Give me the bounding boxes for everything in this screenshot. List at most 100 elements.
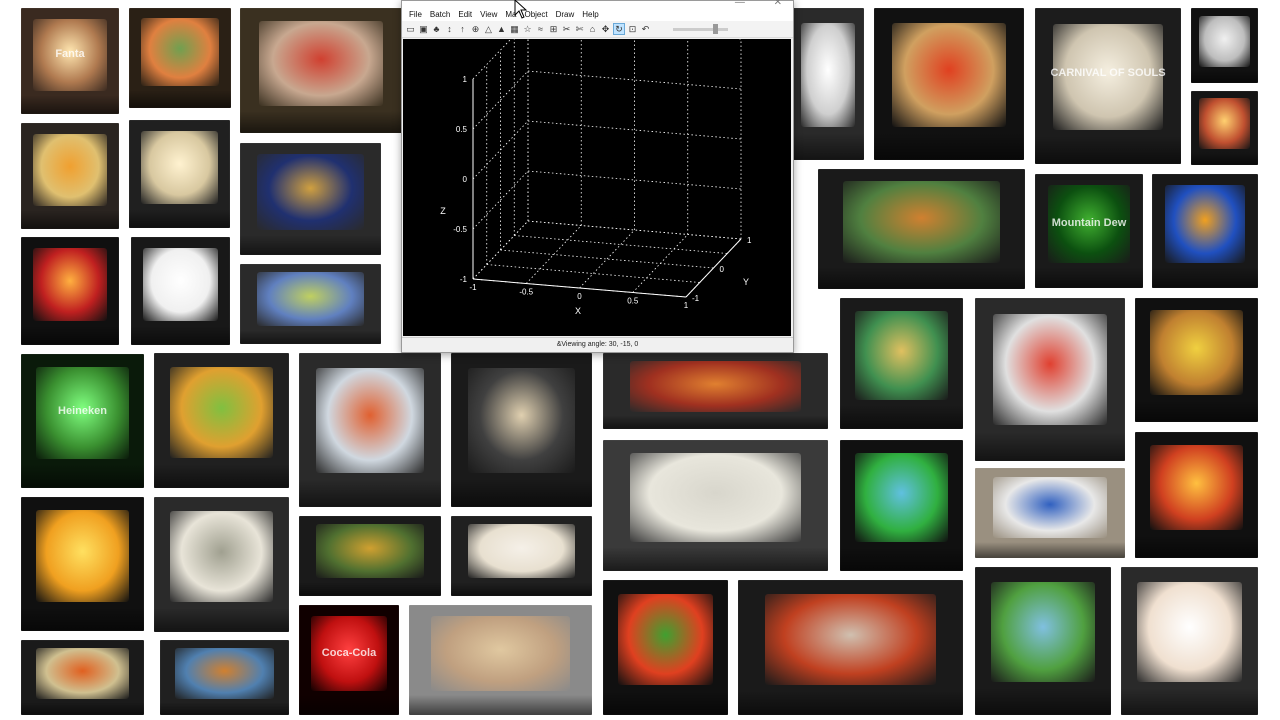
cone-shade-lamp: [1121, 567, 1258, 715]
floor-grid-line: [500, 249, 714, 269]
kingfishers-panel: [818, 169, 1025, 289]
mona-lisa-heart: [409, 605, 592, 715]
lamp-glow: [256, 154, 365, 231]
cut-icon[interactable]: ✂: [561, 24, 572, 35]
rainbow-panel: [160, 640, 289, 715]
image-icon[interactable]: ▦: [509, 24, 520, 35]
triangular-lamp: [840, 298, 963, 429]
menu-draw[interactable]: Draw: [553, 4, 580, 19]
zoom-slider[interactable]: [673, 23, 728, 34]
minimize-button[interactable]: —: [732, 0, 750, 8]
figurines: [451, 516, 592, 596]
shape-icon[interactable]: ⌂: [587, 24, 598, 35]
star-icon[interactable]: ☆: [522, 24, 533, 35]
tile-shade: [129, 208, 230, 228]
menu-batch[interactable]: Batch: [427, 4, 455, 19]
lamp-glow: [256, 272, 365, 327]
move-icon[interactable]: ✥: [600, 24, 611, 35]
y-tick-label: 1: [747, 236, 752, 245]
plot-canvas[interactable]: 1 0.5 0 -0.5 -1 -1 -0.5 0 0.5 1 1 0 -1 Z X Y: [403, 20, 791, 336]
lamp-glow: [618, 593, 713, 686]
tile-shade: [154, 463, 289, 488]
scissors-icon[interactable]: ✄: [574, 24, 585, 35]
planets-panel: [1152, 174, 1258, 288]
lamp-glow: [991, 581, 1095, 683]
lamp-glow: [32, 247, 108, 322]
fanta-can-lamp: Fanta: [21, 8, 119, 114]
tile-label: Coca-Cola: [321, 646, 377, 659]
yoshi-frame: [299, 353, 441, 507]
tile-shade: [738, 690, 963, 715]
pin-icon[interactable]: ↑: [457, 24, 468, 35]
carnival-of-souls-lamp: CARNIVAL OF SOULS: [1035, 8, 1181, 164]
y-tick-label: -1: [692, 294, 700, 303]
slider-knob[interactable]: [713, 23, 718, 34]
fill-icon[interactable]: ▲: [496, 24, 507, 35]
z-tick-label: 0: [463, 175, 468, 184]
tile-shade: [1035, 267, 1143, 288]
z-tick-label: 1: [463, 75, 468, 84]
grid-icon[interactable]: ⊞: [548, 24, 559, 35]
undo-icon[interactable]: ↶: [640, 24, 651, 35]
tile-shade: [603, 415, 828, 429]
menu-edit[interactable]: Edit: [455, 4, 477, 19]
lamp-glow: [800, 23, 856, 127]
tile-shade: [1135, 535, 1258, 558]
lamp-glow: [993, 314, 1107, 426]
tile-shade: [451, 581, 592, 596]
mesh-icon[interactable]: ⊕: [470, 24, 481, 35]
tile-shade: [818, 267, 1025, 289]
status-bar: &Viewing angle: 30, -15, 0: [402, 337, 793, 352]
tile-shade: [603, 690, 728, 715]
side-wall-grid-line: [472, 170, 529, 230]
coca-cola-can-lamp: Coca-Cola: [299, 605, 399, 715]
robins-panel: [240, 8, 402, 133]
save-icon[interactable]: ▣: [418, 24, 429, 35]
orange-flowers-panel: [603, 353, 828, 429]
menu-file[interactable]: File: [406, 4, 427, 19]
close-button[interactable]: ✕: [771, 0, 787, 8]
tile-shade: [240, 110, 402, 133]
kingfisher-dive-frame: [840, 440, 963, 571]
tile-shade: [975, 541, 1125, 558]
lamp-glow: [467, 368, 576, 474]
homer-figurine: [975, 468, 1125, 558]
tree-icon[interactable]: ♣: [431, 24, 442, 35]
floor-grid-line: [486, 264, 700, 283]
zoom-icon[interactable]: ⊡: [627, 24, 638, 35]
lamp-glow: [35, 647, 130, 699]
lamp-glow: [175, 647, 274, 699]
mountain-dew-lamp: Mountain Dew: [1035, 174, 1143, 288]
lamp-glow: [316, 368, 424, 474]
side-wall-grid-line: [472, 70, 529, 130]
arrow-icon[interactable]: ↕: [444, 24, 455, 35]
lamp-glow: [765, 593, 936, 686]
butterfly-sunflower-lamp: [21, 497, 144, 631]
new-icon[interactable]: ▭: [405, 24, 416, 35]
city-map-model: [603, 440, 828, 571]
toolbar: ▭ ▣ ♣ ↕ ↑ ⊕ △ ▲ ▦ ☆ ≈ ⊞ ✂ ✄ ⌂ ✥ ↻ ⊡ ↶: [402, 21, 793, 38]
rotate-icon[interactable]: ↻: [613, 23, 625, 35]
birds-flowers-panel: [129, 8, 231, 108]
tile-shade: [154, 607, 289, 632]
tile-shade: [1121, 688, 1258, 715]
small-cube-lamp: [1191, 91, 1258, 165]
wave-icon[interactable]: ≈: [535, 24, 546, 35]
tile-shade: [792, 132, 864, 160]
tile-label: Heineken: [58, 404, 107, 417]
tile-shade: [21, 606, 144, 631]
spider-panel: [738, 580, 963, 715]
birds-garden-panel: [975, 567, 1111, 715]
y-axis-line: [685, 238, 742, 298]
lamp-glow: [1199, 98, 1250, 149]
lamp-glow: [170, 510, 273, 603]
menu-help[interactable]: Help: [579, 4, 603, 19]
tile-label: CARNIVAL OF SOULS: [1050, 67, 1166, 80]
cone-icon[interactable]: △: [483, 24, 494, 35]
koi-panel: [975, 298, 1125, 461]
lamp-glow: [32, 133, 108, 206]
tile-shade: [603, 547, 828, 571]
tile-shade: [240, 234, 381, 255]
tile-shade: [1191, 69, 1258, 83]
menu-view[interactable]: View: [477, 4, 502, 19]
